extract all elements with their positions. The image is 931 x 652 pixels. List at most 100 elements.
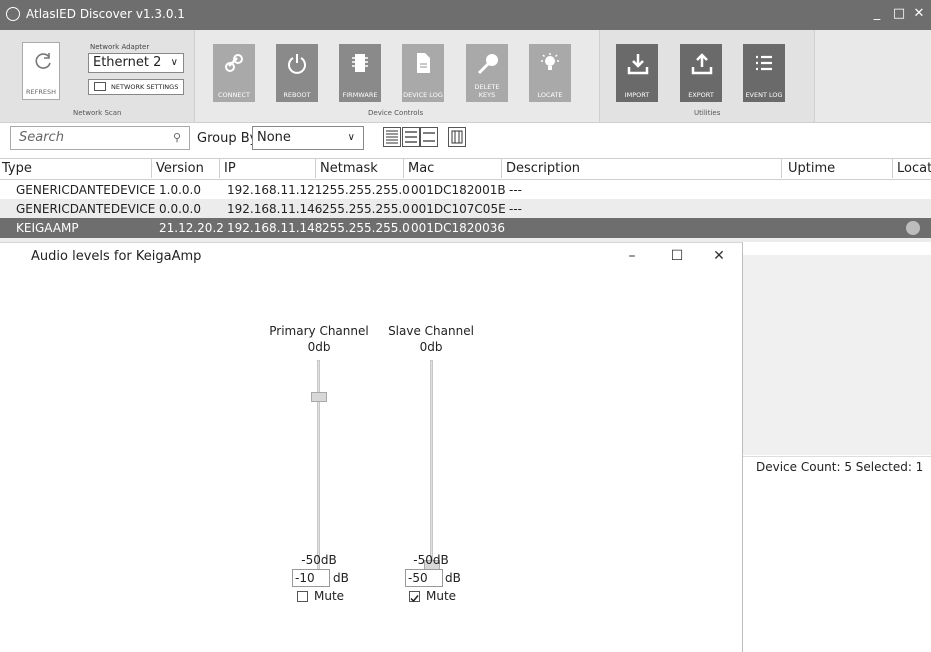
column-separator — [403, 158, 404, 178]
group-by-select[interactable]: None ∨ — [252, 126, 364, 150]
cell-ip: 192.168.11.121 — [227, 183, 323, 197]
column-header-uptime[interactable]: Uptime — [788, 161, 835, 176]
column-header-netmask[interactable]: Netmask — [320, 161, 378, 176]
dialog-maximize-button[interactable]: ☐ — [662, 244, 692, 268]
cell-version: 21.12.20.2 — [159, 221, 224, 235]
cell-description: --- — [509, 202, 522, 216]
delete-keys-label: DELETE KEYS — [474, 83, 500, 99]
slave-db-input[interactable]: -50 — [405, 569, 443, 587]
locate-label: LOCATE — [537, 91, 563, 99]
network-settings-label: NETWORK SETTINGS — [111, 83, 179, 91]
column-header-type[interactable]: Type — [2, 161, 32, 176]
window-title: AtlasIED Discover v1.3.0.1 — [26, 7, 185, 21]
detail-view-icon — [386, 130, 398, 144]
column-header-mac[interactable]: Mac — [408, 161, 434, 176]
search-input[interactable]: Search ⚲ — [10, 126, 190, 150]
key-icon — [477, 54, 498, 75]
table-row[interactable]: GENERICDANTEDEVICE 0.0.0.0 192.168.11.14… — [0, 199, 931, 218]
reboot-button[interactable]: REBOOT — [276, 44, 318, 102]
dialog-title: Audio levels for KeigaAmp — [31, 249, 202, 264]
cell-ip: 192.168.11.148 — [227, 221, 323, 235]
compact-view-icon — [423, 132, 435, 142]
dialog-close-button[interactable]: ✕ — [704, 244, 734, 268]
connect-button[interactable]: CONNECT — [213, 44, 255, 102]
view-detail-button[interactable] — [383, 127, 401, 147]
column-separator — [219, 158, 220, 178]
device-log-label: DEVICE LOG — [403, 91, 443, 99]
upload-icon — [691, 53, 713, 75]
export-label: EXPORT — [688, 91, 714, 99]
view-list-button[interactable] — [402, 127, 420, 147]
column-header-description[interactable]: Description — [506, 161, 580, 176]
primary-mute-label: Mute — [314, 589, 345, 603]
network-adapter-select[interactable]: Ethernet 2 ∨ — [88, 53, 184, 73]
firmware-label: FIRMWARE — [342, 91, 378, 99]
cell-netmask: 255.255.255.0 — [322, 183, 410, 197]
columns-icon — [451, 130, 463, 144]
title-bar: AtlasIED Discover v1.3.0.1 _ □ ✕ — [0, 0, 931, 30]
minimize-button[interactable]: _ — [866, 4, 888, 24]
network-icon — [94, 82, 106, 91]
cell-type: GENERICDANTEDEVICE — [16, 202, 156, 216]
column-separator — [315, 158, 316, 178]
download-icon — [627, 54, 649, 75]
cell-netmask: 255.255.255.0 — [322, 202, 410, 216]
column-separator — [501, 158, 502, 178]
maximize-button[interactable]: □ — [888, 4, 910, 24]
audio-levels-dialog — [0, 242, 743, 652]
event-log-label: EVENT LOG — [745, 91, 783, 99]
device-list-background — [743, 255, 931, 455]
cell-netmask: 255.255.255.0 — [322, 221, 410, 235]
primary-channel-label: Primary Channel — [269, 324, 369, 338]
cell-version: 0.0.0.0 — [159, 202, 201, 216]
dialog-minimize-button[interactable]: – — [617, 244, 647, 268]
delete-keys-button[interactable]: DELETE KEYS — [466, 44, 508, 102]
primary-db-unit: dB — [333, 571, 349, 585]
device-log-button[interactable]: DEVICE LOG — [402, 44, 444, 102]
slave-slider-track[interactable] — [430, 360, 433, 570]
column-separator — [781, 158, 782, 178]
list-icon — [756, 55, 772, 71]
primary-db-input[interactable]: -10 — [292, 569, 330, 587]
slave-min-label: -50dB — [413, 553, 449, 567]
primary-slider-thumb[interactable] — [311, 392, 327, 402]
group-by-label: Group By — [197, 131, 258, 146]
cell-type: KEIGAAMP — [16, 221, 79, 235]
event-log-button[interactable]: EVENT LOG — [743, 44, 785, 102]
primary-min-label: -50dB — [301, 553, 337, 567]
cell-ip: 192.168.11.146 — [227, 202, 323, 216]
primary-mute-checkbox[interactable] — [297, 591, 308, 602]
cell-mac: 001DC1820036 — [411, 221, 505, 235]
device-controls-label: Device Controls — [368, 109, 424, 117]
columns-button[interactable] — [448, 127, 466, 147]
chevron-down-icon: ∨ — [347, 132, 355, 143]
table-row[interactable]: GENERICDANTEDEVICE 1.0.0.0 192.168.11.12… — [0, 180, 931, 199]
locate-indicator-icon[interactable] — [906, 221, 920, 235]
slave-mute-checkbox[interactable] — [409, 591, 420, 603]
column-header-ip[interactable]: IP — [224, 161, 236, 176]
firmware-button[interactable]: FIRMWARE — [339, 44, 381, 102]
adapter-value: Ethernet 2 — [93, 55, 162, 70]
cell-version: 1.0.0.0 — [159, 183, 201, 197]
list-view-icon — [405, 131, 417, 143]
chip-icon — [352, 54, 368, 72]
table-row-selected[interactable]: KEIGAAMP 21.12.20.2 192.168.11.148 255.2… — [0, 218, 931, 238]
connect-label: CONNECT — [218, 91, 250, 99]
adapter-label: Network Adapter — [90, 43, 150, 51]
network-settings-button[interactable]: NETWORK SETTINGS — [88, 79, 184, 95]
refresh-button[interactable]: REFRESH — [22, 42, 60, 100]
close-button[interactable]: ✕ — [908, 4, 930, 24]
export-button[interactable]: EXPORT — [680, 44, 722, 102]
document-icon — [417, 53, 430, 73]
column-separator — [151, 158, 152, 178]
status-bar: Device Count: 5 Selected: 1 — [743, 456, 931, 477]
group-by-value: None — [257, 130, 291, 145]
column-header-locate[interactable]: Locate — [897, 161, 931, 176]
import-button[interactable]: IMPORT — [616, 44, 658, 102]
cell-description: --- — [509, 183, 522, 197]
view-compact-button[interactable] — [420, 127, 438, 147]
locate-button[interactable]: LOCATE — [529, 44, 571, 102]
column-header-version[interactable]: Version — [156, 161, 204, 176]
cell-type: GENERICDANTEDEVICE — [16, 183, 156, 197]
cell-mac: 001DC182001B — [411, 183, 506, 197]
